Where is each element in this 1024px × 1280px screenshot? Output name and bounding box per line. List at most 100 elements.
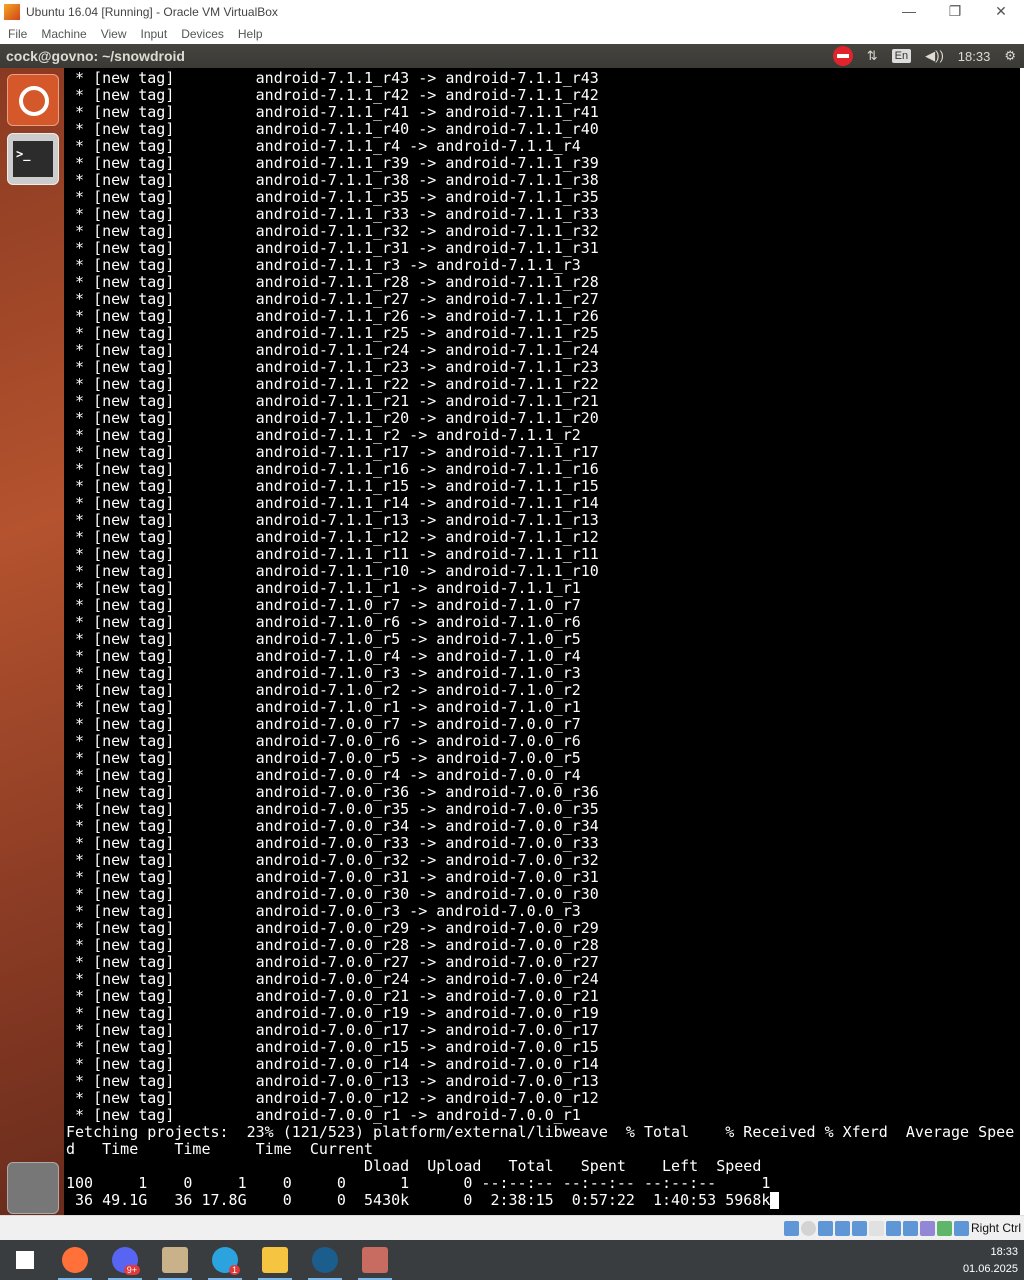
tag-dest: android-7.0.0_r36: [445, 783, 599, 801]
guest-additions-icon[interactable]: [936, 1220, 952, 1236]
tag-dest: android-7.1.1_r1: [436, 579, 581, 597]
tag-line: * [new tag] android-7.1.0_r6 -> android-…: [66, 613, 581, 631]
tag-prefix: * [new tag]: [66, 239, 256, 257]
trash-button[interactable]: [7, 1162, 59, 1214]
tag-source: android-7.0.0_r14: [255, 1055, 410, 1073]
tag-prefix: * [new tag]: [66, 1072, 256, 1090]
tag-dest: android-7.0.0_r34: [445, 817, 599, 835]
tag-dest: android-7.1.1_r10: [445, 562, 599, 580]
taskbar-discord-button[interactable]: 9+: [100, 1240, 150, 1280]
keyboard-layout-indicator[interactable]: En: [891, 49, 912, 63]
minimize-button[interactable]: —: [886, 0, 932, 24]
taskbar-telegram-button[interactable]: 1: [200, 1240, 250, 1280]
tag-dest: android-7.1.1_r3: [436, 256, 581, 274]
taskbar-firefox-button[interactable]: [50, 1240, 100, 1280]
close-button[interactable]: ✕: [978, 0, 1024, 24]
usb-icon[interactable]: [851, 1220, 867, 1236]
menu-file[interactable]: File: [8, 27, 27, 41]
tag-source: android-7.1.1_r26: [255, 307, 410, 325]
tag-source: android-7.0.0_r34: [255, 817, 410, 835]
tag-source: android-7.0.0_r19: [255, 1004, 410, 1022]
tag-dest: android-7.1.1_r15: [445, 477, 599, 495]
tag-line: * [new tag] android-7.1.1_r23 -> android…: [66, 358, 599, 376]
tag-line: * [new tag] android-7.1.1_r4 -> android-…: [66, 137, 581, 155]
audio-icon[interactable]: [817, 1220, 833, 1236]
shared-folders-icon[interactable]: [868, 1220, 884, 1236]
optical-drive-icon[interactable]: [800, 1220, 816, 1236]
tag-source: android-7.0.0_r32: [255, 851, 410, 869]
tag-prefix: * [new tag]: [66, 477, 256, 495]
terminal-launcher-button[interactable]: >_: [7, 133, 59, 185]
tag-source: android-7.1.1_r2: [255, 426, 401, 444]
tag-dest: android-7.0.0_r31: [445, 868, 599, 886]
tag-prefix: * [new tag]: [66, 630, 256, 648]
tag-prefix: * [new tag]: [66, 528, 256, 546]
hdd-icon[interactable]: [783, 1220, 799, 1236]
recording-icon[interactable]: [902, 1220, 918, 1236]
cpu-icon[interactable]: [919, 1220, 935, 1236]
taskbar-file-explorer-button[interactable]: [250, 1240, 300, 1280]
tag-line: * [new tag] android-7.1.1_r13 -> android…: [66, 511, 599, 529]
menu-input[interactable]: Input: [141, 27, 168, 41]
tag-prefix: * [new tag]: [66, 715, 256, 733]
taskbar-steam-button[interactable]: [300, 1240, 350, 1280]
tag-line: * [new tag] android-7.0.0_r19 -> android…: [66, 1004, 599, 1022]
tag-dest: android-7.1.1_r13: [445, 511, 599, 529]
tag-source: android-7.1.1_r10: [255, 562, 410, 580]
tag-dest: android-7.1.1_r38: [445, 171, 599, 189]
maximize-button[interactable]: ❐: [932, 0, 978, 24]
network-icon[interactable]: ⇅: [867, 48, 878, 64]
stop-icon[interactable]: [832, 46, 853, 66]
tag-prefix: * [new tag]: [66, 188, 256, 206]
tag-prefix: * [new tag]: [66, 511, 256, 529]
terminal-output[interactable]: * [new tag] android-7.1.1_r43 -> android…: [64, 68, 1020, 1215]
display-icon[interactable]: [885, 1220, 901, 1236]
tag-dest: android-7.1.1_r21: [445, 392, 599, 410]
menu-machine[interactable]: Machine: [41, 27, 86, 41]
ubuntu-dash-button[interactable]: [7, 74, 59, 126]
menu-devices[interactable]: Devices: [181, 27, 224, 41]
menu-help[interactable]: Help: [238, 27, 263, 41]
tag-source: android-7.0.0_r27: [255, 953, 410, 971]
windows-taskbar: 9+ 1 18:33 01.06.2025: [0, 1240, 1024, 1280]
tag-line: * [new tag] android-7.0.0_r27 -> android…: [66, 953, 599, 971]
tag-prefix: * [new tag]: [66, 341, 256, 359]
tag-source: android-7.1.1_r25: [255, 324, 410, 342]
ubuntu-logo-icon: [19, 86, 49, 116]
tag-line: * [new tag] android-7.1.1_r21 -> android…: [66, 392, 599, 410]
tag-line: * [new tag] android-7.1.1_r11 -> android…: [66, 545, 599, 563]
taskbar-start-button[interactable]: [0, 1240, 50, 1280]
progress-line: 100 1 0 1 0 0 1 0 --:--:-- --:--:-- --:-…: [66, 1175, 1020, 1192]
taskbar-virtualbox-vm-button[interactable]: [350, 1240, 400, 1280]
tag-line: * [new tag] android-7.1.1_r26 -> android…: [66, 307, 599, 325]
tag-prefix: * [new tag]: [66, 290, 256, 308]
tag-prefix: * [new tag]: [66, 154, 256, 172]
tag-line: * [new tag] android-7.0.0_r31 -> android…: [66, 868, 599, 886]
window-titlebar: Ubuntu 16.04 [Running] - Oracle VM Virtu…: [0, 0, 1024, 24]
tag-line: * [new tag] android-7.1.1_r2 -> android-…: [66, 426, 581, 444]
tag-line: * [new tag] android-7.1.1_r14 -> android…: [66, 494, 599, 512]
tag-line: * [new tag] android-7.1.1_r22 -> android…: [66, 375, 599, 393]
tag-prefix: * [new tag]: [66, 766, 256, 784]
tag-dest: android-7.1.0_r3: [436, 664, 581, 682]
tag-dest: android-7.1.1_r11: [445, 545, 599, 563]
mouse-integration-icon[interactable]: [953, 1220, 969, 1236]
taskbar-archive-app-button[interactable]: [150, 1240, 200, 1280]
tag-prefix: * [new tag]: [66, 902, 256, 920]
menu-view[interactable]: View: [101, 27, 127, 41]
tag-prefix: * [new tag]: [66, 562, 256, 580]
tag-prefix: * [new tag]: [66, 1106, 256, 1124]
tag-source: android-7.0.0_r21: [255, 987, 410, 1005]
tag-dest: android-7.1.1_r43: [445, 69, 599, 87]
progress-line: 36 49.1G 36 17.8G 0 0 5430k 0 2:38:15 0:…: [66, 1192, 1020, 1209]
tag-line: * [new tag] android-7.0.0_r4 -> android-…: [66, 766, 581, 784]
taskbar-clock[interactable]: 18:33 01.06.2025: [963, 1240, 1018, 1280]
gear-icon[interactable]: ⚙: [1004, 48, 1016, 64]
tag-prefix: * [new tag]: [66, 1038, 256, 1056]
tag-line: * [new tag] android-7.1.0_r1 -> android-…: [66, 698, 581, 716]
network-adapter-icon[interactable]: [834, 1220, 850, 1236]
volume-icon[interactable]: ◀)): [925, 48, 944, 64]
panel-clock[interactable]: 18:33: [958, 49, 991, 64]
tag-source: android-7.0.0_r12: [255, 1089, 410, 1107]
progress-lines: Fetching projects: 23% (121/523) platfor…: [66, 1124, 1020, 1209]
